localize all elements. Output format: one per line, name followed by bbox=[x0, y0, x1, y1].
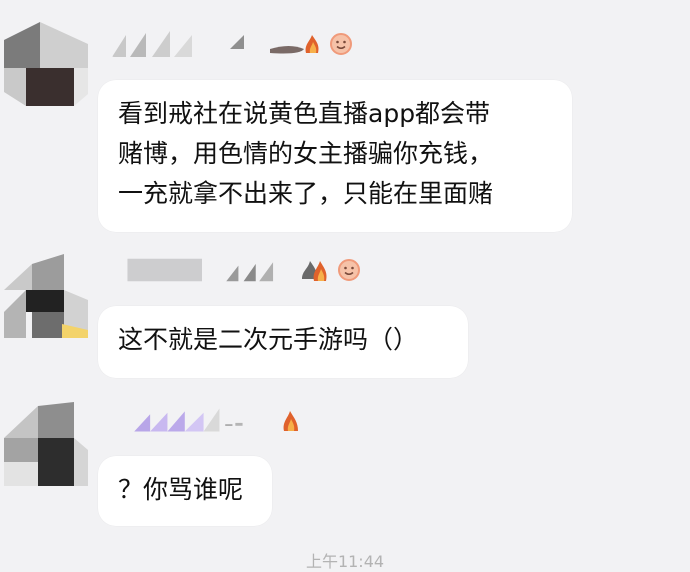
emoji-badge-icon bbox=[330, 31, 352, 57]
message-text-line: 一充就拿不出来了，只能在里面赌 bbox=[118, 179, 494, 208]
fire-icon bbox=[270, 31, 322, 57]
message-text-line: 这不就是二次元手游吗（） bbox=[118, 325, 419, 354]
sender-name-blurred[interactable] bbox=[112, 257, 292, 283]
emoji-badge-icon bbox=[338, 257, 360, 283]
message-text-line: 看到戒社在说黄色直播app都会带 bbox=[118, 99, 491, 128]
fire-icon bbox=[280, 407, 302, 433]
message-bubble[interactable]: 看到戒社在说黄色直播app都会带 赌博，用色情的女主播骗你充钱， 一充就拿不出来… bbox=[98, 80, 572, 232]
avatar[interactable] bbox=[4, 254, 88, 338]
sender-name-blurred[interactable] bbox=[112, 407, 272, 433]
message-bubble[interactable]: ？你骂谁呢 bbox=[98, 456, 272, 526]
message-text-line: ？你骂谁呢 bbox=[118, 475, 244, 504]
sender-name-blurred[interactable] bbox=[112, 31, 262, 57]
message-timestamp: 上午11:44 bbox=[305, 552, 385, 571]
message-bubble[interactable]: 这不就是二次元手游吗（） bbox=[98, 306, 468, 378]
sender-name-row bbox=[112, 402, 302, 438]
fire-icon bbox=[300, 257, 330, 283]
sender-name-row bbox=[112, 252, 360, 288]
sender-name-row bbox=[112, 26, 352, 62]
avatar[interactable] bbox=[4, 402, 88, 486]
message-text-line: 赌博，用色情的女主播骗你充钱， bbox=[118, 139, 494, 168]
avatar[interactable] bbox=[4, 22, 88, 106]
